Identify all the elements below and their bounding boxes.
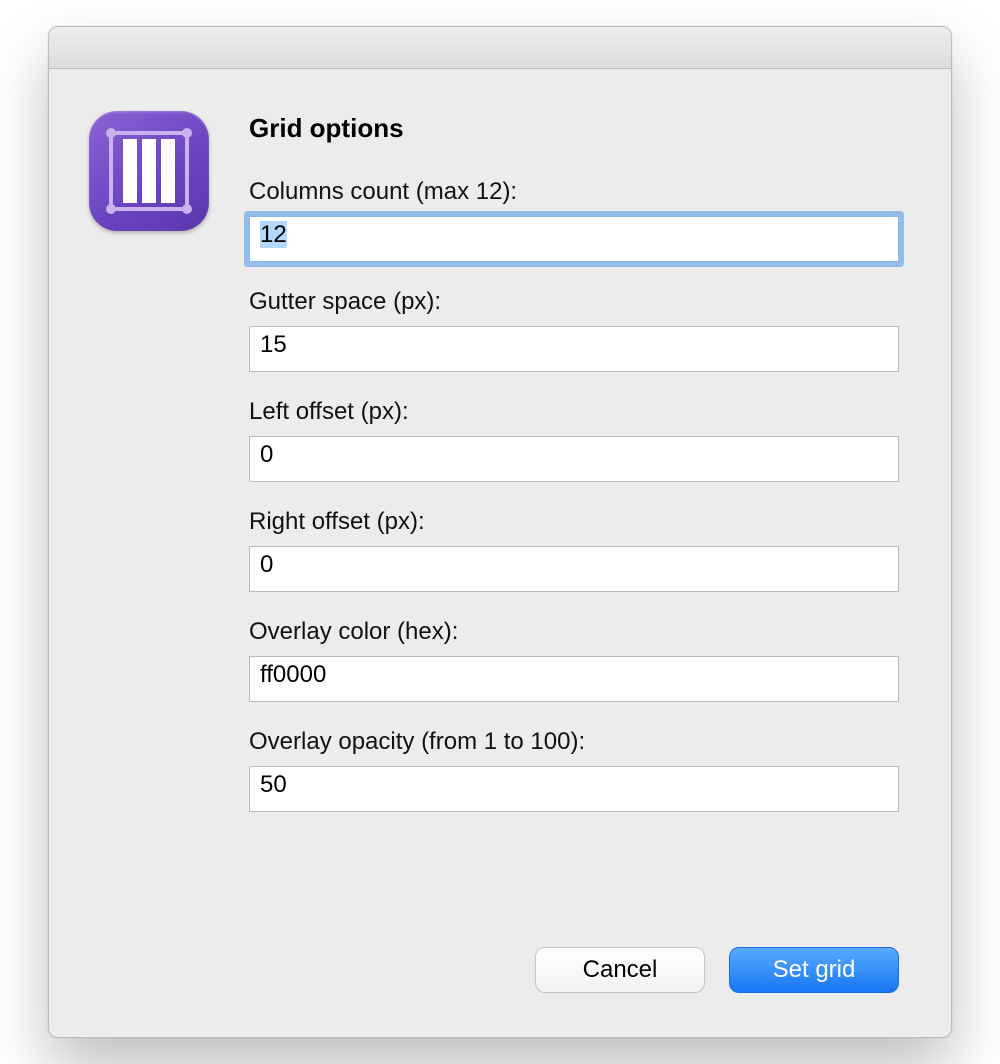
dialog-titlebar[interactable] xyxy=(49,27,951,69)
dialog-heading: Grid options xyxy=(249,113,899,144)
gutter-space-input[interactable]: 15 xyxy=(249,326,899,372)
left-offset-input[interactable]: 0 xyxy=(249,436,899,482)
overlay-opacity-label: Overlay opacity (from 1 to 100): xyxy=(249,728,899,756)
cancel-button[interactable]: Cancel xyxy=(535,947,705,993)
overlay-color-label: Overlay color (hex): xyxy=(249,618,899,646)
right-offset-label: Right offset (px): xyxy=(249,508,899,536)
grid-options-dialog: Grid options Columns count (max 12): 12 … xyxy=(48,26,952,1038)
overlay-color-input[interactable]: ff0000 xyxy=(249,656,899,702)
overlay-opacity-input[interactable]: 50 xyxy=(249,766,899,812)
columns-count-input[interactable]: 12 xyxy=(249,216,899,262)
set-grid-button[interactable]: Set grid xyxy=(729,947,899,993)
gutter-space-label: Gutter space (px): xyxy=(249,288,899,316)
left-offset-label: Left offset (px): xyxy=(249,398,899,426)
right-offset-input[interactable]: 0 xyxy=(249,546,899,592)
columns-count-label: Columns count (max 12): xyxy=(249,178,899,206)
grid-app-icon xyxy=(89,111,209,231)
